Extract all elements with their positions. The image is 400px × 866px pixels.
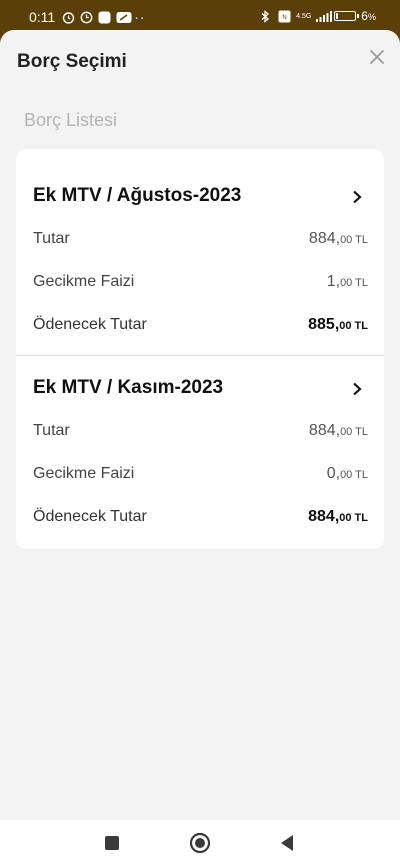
debt-header-august[interactable]: Ek MTV / Ağustos-2023 — [16, 178, 384, 218]
back-button[interactable] — [276, 832, 298, 854]
close-button[interactable] — [366, 46, 388, 68]
late-interest-row: Gecikme Faizi 0,00 TL — [33, 465, 368, 489]
circle-icon — [189, 832, 211, 854]
amount-value: 884,00 TL — [308, 422, 368, 439]
battery-percent: 6% — [361, 9, 376, 23]
amount-label: Tutar — [33, 422, 70, 439]
debt-selection-sheet: Borç Seçimi Borç Listesi Ek MTV / Ağusto… — [0, 30, 400, 866]
alarm-icon — [62, 11, 75, 24]
app-notification-icon — [98, 11, 111, 24]
chevron-right-icon — [353, 190, 362, 204]
triangle-back-icon — [281, 835, 293, 851]
late-interest-label: Gecikme Faizi — [33, 273, 135, 290]
chevron-right-icon — [353, 382, 362, 396]
bluetooth-icon — [260, 9, 273, 23]
sheet-title: Borç Seçimi — [17, 51, 127, 72]
nfc-icon: N — [278, 10, 291, 23]
debt-list-card: Ek MTV / Ağustos-2023 Tutar 884,00 TL Ge… — [16, 149, 384, 549]
divider — [16, 355, 384, 356]
svg-text:N: N — [282, 15, 286, 21]
amount-value: 884,00 TL — [308, 230, 368, 247]
square-icon — [105, 836, 119, 850]
battery-icon — [334, 11, 360, 21]
timer-icon — [80, 11, 93, 24]
amount-row: Tutar 884,00 TL — [33, 422, 368, 446]
home-button[interactable] — [189, 832, 211, 854]
amount-row: Tutar 884,00 TL — [33, 230, 368, 254]
debt-title: Ek MTV / Ağustos-2023 — [33, 185, 242, 206]
status-time: 0:11 — [29, 9, 56, 25]
payable-value: 885,00 TL — [308, 316, 368, 333]
signal-icon — [316, 10, 333, 23]
payable-label: Ödenecek Tutar — [33, 508, 147, 525]
late-interest-label: Gecikme Faizi — [33, 465, 135, 482]
recents-button[interactable] — [101, 832, 123, 854]
status-right: N 4.5G 6% — [260, 9, 376, 23]
more-notifications-icon: ·· — [134, 9, 146, 25]
late-interest-value: 1,00 TL — [326, 273, 368, 290]
status-left: 0:11 ·· — [29, 9, 146, 25]
network-type: 4.5G — [296, 12, 312, 20]
late-interest-row: Gecikme Faizi 1,00 TL — [33, 273, 368, 297]
debt-header-november[interactable]: Ek MTV / Kasım-2023 — [16, 370, 384, 410]
cast-icon — [116, 11, 132, 24]
late-interest-value: 0,00 TL — [326, 465, 368, 482]
debt-title: Ek MTV / Kasım-2023 — [33, 377, 224, 398]
payable-row: Ödenecek Tutar 884,00 TL — [33, 508, 368, 532]
payable-label: Ödenecek Tutar — [33, 316, 147, 333]
amount-label: Tutar — [33, 230, 70, 247]
payable-row: Ödenecek Tutar 885,00 TL — [33, 316, 368, 340]
close-icon — [370, 50, 384, 64]
payable-value: 884,00 TL — [308, 508, 368, 525]
navigation-bar — [0, 820, 400, 866]
section-label: Borç Listesi — [24, 110, 118, 130]
